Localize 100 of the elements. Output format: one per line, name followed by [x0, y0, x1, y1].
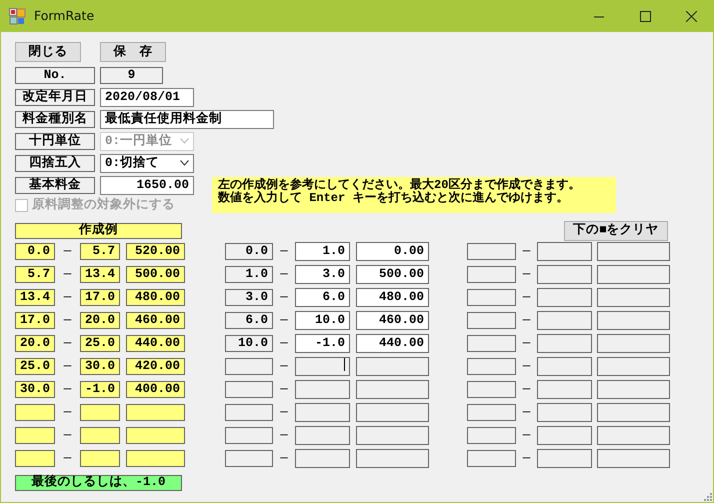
readonly-field: 1.0 [225, 266, 273, 283]
dash-text: — [62, 335, 72, 352]
input-field[interactable] [597, 288, 670, 307]
input-field[interactable] [295, 403, 350, 422]
input-field[interactable]: 最低責任使用料金制 [100, 110, 274, 128]
clear-button[interactable]: 下の■をクリヤ [564, 220, 668, 240]
example-cell: 20.0 [15, 335, 55, 352]
input-field[interactable]: 1.0 [295, 242, 350, 261]
example-cell [15, 404, 55, 421]
input-field[interactable]: 1650.00 [100, 176, 194, 194]
input-field[interactable] [295, 426, 350, 445]
input-field[interactable] [356, 380, 429, 399]
input-field[interactable] [537, 426, 592, 445]
dash-text: — [62, 243, 72, 260]
field-label: 基本料金 [15, 176, 95, 194]
input-field[interactable]: 2020/08/01 [100, 88, 194, 106]
checkbox-label: 原料調整の対象外にする [32, 196, 175, 214]
dash-text: — [279, 335, 289, 352]
example-cell [80, 450, 120, 467]
resize-grip-icon [703, 492, 712, 501]
input-field[interactable] [597, 265, 670, 284]
readonly-field [467, 450, 516, 467]
input-field[interactable] [537, 357, 592, 376]
input-field[interactable] [537, 311, 592, 330]
input-field[interactable] [597, 403, 670, 422]
input-field[interactable]: 10.0 [295, 311, 350, 330]
input-field[interactable] [537, 449, 592, 468]
example-cell: 13.4 [80, 266, 120, 283]
input-field[interactable] [537, 288, 592, 307]
save-button[interactable]: 保 存 [100, 42, 166, 62]
input-field[interactable] [356, 426, 429, 445]
input-field[interactable]: -1.0 [295, 334, 350, 353]
dash-text: — [279, 404, 289, 422]
example-cell: 460.00 [126, 312, 185, 329]
example-cell: 25.0 [80, 335, 120, 352]
input-field[interactable] [537, 380, 592, 399]
dash-text: — [62, 427, 72, 444]
readonly-field [225, 450, 273, 467]
input-field[interactable]: 460.00 [356, 311, 429, 330]
input-field[interactable] [597, 311, 670, 330]
dash-text: — [62, 381, 72, 398]
example-cell: 400.00 [126, 381, 185, 398]
hint-text: 数値を入力して Enter キーを打ち込むと次に進んでゆけます。 [218, 192, 570, 205]
field-label: 四捨五入 [15, 154, 95, 172]
dash-text: — [279, 289, 289, 306]
input-field[interactable]: 480.00 [356, 288, 429, 307]
dropdown[interactable]: 0:切捨て [100, 154, 194, 172]
input-field[interactable] [295, 449, 350, 468]
readonly-field: 10.0 [225, 335, 273, 352]
example-cell: 13.4 [15, 289, 55, 306]
example-cell: 480.00 [126, 289, 185, 306]
example-cell: 500.00 [126, 266, 185, 283]
input-field[interactable] [295, 380, 350, 399]
dash-text: — [62, 289, 72, 306]
maximize-icon[interactable] [640, 10, 650, 22]
input-field[interactable] [537, 265, 592, 284]
dash-text: — [62, 358, 72, 376]
example-cell: -1.0 [80, 381, 120, 398]
input-field[interactable] [356, 449, 429, 468]
input-field[interactable] [597, 449, 670, 468]
input-field[interactable]: 440.00 [356, 334, 429, 353]
input-field[interactable] [597, 357, 670, 376]
example-cell: 440.00 [126, 335, 185, 352]
example-cell [80, 427, 120, 444]
dash-text: — [522, 335, 532, 352]
dash-text: — [522, 358, 532, 376]
input-field[interactable] [537, 242, 592, 261]
readonly-field [467, 289, 516, 306]
input-field[interactable] [295, 357, 350, 376]
close-icon[interactable] [686, 10, 696, 22]
dash-text: — [522, 404, 532, 422]
input-field[interactable] [597, 334, 670, 353]
input-field[interactable]: 0.00 [356, 242, 429, 261]
chevron-icon [180, 160, 189, 166]
example-title: 作成例 [15, 222, 182, 238]
readonly-field [467, 358, 516, 375]
input-field[interactable]: 6.0 [295, 288, 350, 307]
example-cell: 30.0 [15, 381, 55, 398]
dash-text: — [279, 381, 289, 398]
example-cell: 420.00 [126, 358, 185, 375]
dash-text: — [522, 266, 532, 284]
dash-text: — [279, 266, 289, 284]
input-field[interactable] [356, 357, 429, 376]
input-field[interactable] [597, 380, 670, 399]
example-cell [15, 450, 55, 467]
input-field[interactable] [597, 242, 670, 261]
readonly-field: 3.0 [225, 289, 273, 306]
close-form-button[interactable]: 閉じる [15, 42, 81, 62]
readonly-field [467, 266, 516, 283]
input-field[interactable]: 500.00 [356, 265, 429, 284]
input-field[interactable] [597, 426, 670, 445]
example-cell [126, 404, 185, 421]
input-field[interactable] [356, 403, 429, 422]
dash-text: — [62, 450, 72, 468]
readonly-field [225, 381, 273, 398]
dash-text: — [522, 289, 532, 306]
example-cell: 17.0 [80, 289, 120, 306]
input-field[interactable] [537, 403, 592, 422]
input-field[interactable]: 3.0 [295, 265, 350, 284]
input-field[interactable] [537, 334, 592, 353]
